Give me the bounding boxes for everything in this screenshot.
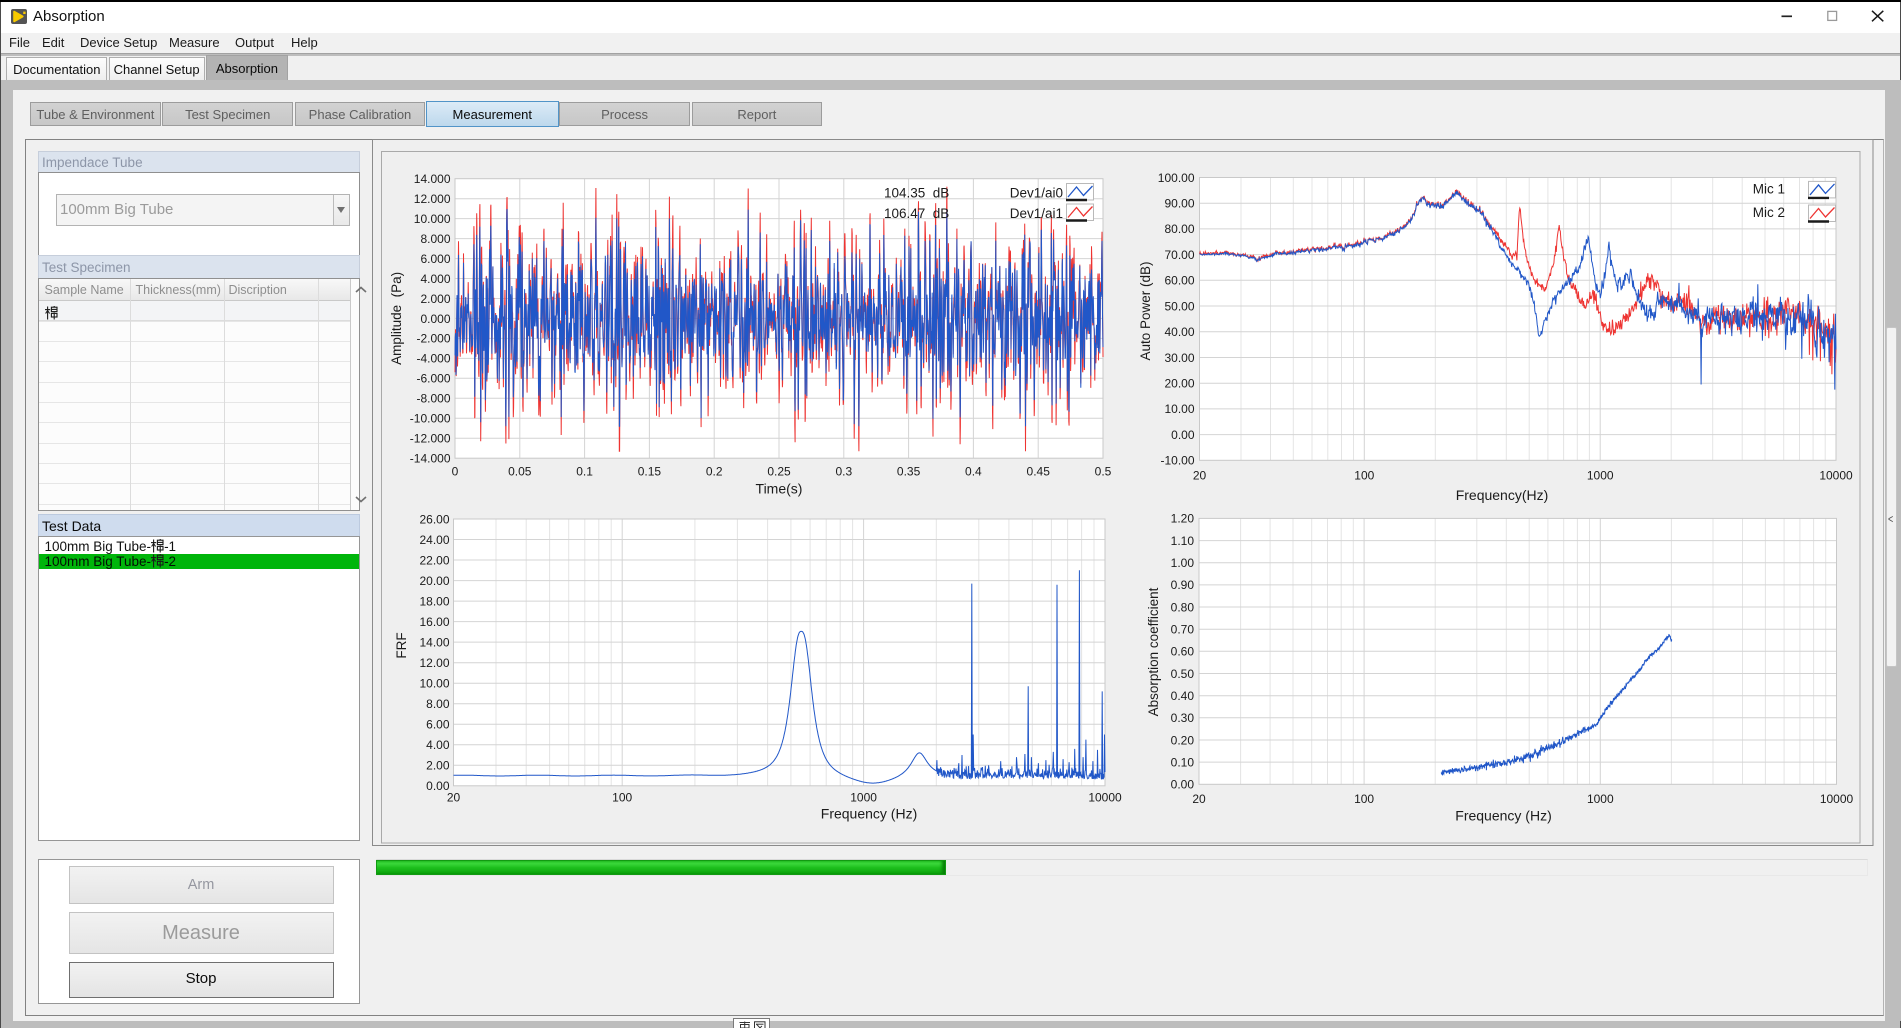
- svg-text:Dev1/ai1: Dev1/ai1: [1010, 206, 1063, 221]
- svg-text:0.40: 0.40: [1171, 689, 1195, 703]
- svg-text:20.00: 20.00: [1164, 377, 1194, 391]
- svg-text:20: 20: [447, 791, 461, 805]
- svg-text:10000: 10000: [1088, 791, 1122, 805]
- svg-text:50.00: 50.00: [1164, 299, 1194, 313]
- svg-text:18.00: 18.00: [419, 594, 449, 608]
- svg-text:14.000: 14.000: [414, 172, 451, 186]
- svg-text:10.00: 10.00: [1164, 402, 1194, 416]
- svg-text:0.00: 0.00: [1171, 428, 1195, 442]
- svg-text:Mic 2: Mic 2: [1753, 205, 1785, 220]
- svg-text:-4.000: -4.000: [416, 352, 450, 366]
- svg-text:0.05: 0.05: [508, 465, 532, 479]
- svg-text:FRF: FRF: [394, 632, 409, 658]
- svg-text:100: 100: [1354, 792, 1374, 806]
- svg-text:0.35: 0.35: [897, 465, 921, 479]
- svg-text:2.00: 2.00: [426, 759, 450, 773]
- svg-text:10000: 10000: [1820, 792, 1854, 806]
- svg-text:Time(s): Time(s): [756, 481, 803, 497]
- svg-text:Auto Power (dB): Auto Power (dB): [1138, 261, 1153, 360]
- svg-text:0.1: 0.1: [576, 465, 593, 479]
- svg-text:1000: 1000: [1587, 792, 1614, 806]
- svg-text:0.50: 0.50: [1171, 667, 1195, 681]
- svg-text:Absorption coefficient: Absorption coefficient: [1146, 587, 1161, 716]
- svg-text:20.00: 20.00: [419, 574, 449, 588]
- svg-text:100: 100: [612, 791, 632, 805]
- svg-text:1.00: 1.00: [1171, 556, 1195, 570]
- svg-text:-12.000: -12.000: [410, 432, 451, 446]
- svg-text:Amplitude (Pa): Amplitude (Pa): [389, 272, 404, 365]
- svg-text:20: 20: [1192, 792, 1206, 806]
- svg-text:-10.00: -10.00: [1160, 454, 1194, 468]
- svg-text:0.45: 0.45: [1027, 465, 1051, 479]
- svg-text:6.00: 6.00: [426, 718, 450, 732]
- svg-text:100: 100: [1354, 469, 1374, 483]
- svg-text:10.000: 10.000: [414, 212, 451, 226]
- svg-text:Frequency(Hz): Frequency(Hz): [1456, 487, 1549, 503]
- svg-text:8.000: 8.000: [420, 232, 450, 246]
- svg-text:0.00: 0.00: [1171, 778, 1195, 792]
- svg-text:12.00: 12.00: [419, 656, 449, 670]
- svg-text:80.00: 80.00: [1164, 222, 1194, 236]
- svg-text:10000: 10000: [1819, 469, 1853, 483]
- svg-text:0.30: 0.30: [1171, 711, 1195, 725]
- svg-text:0.4: 0.4: [965, 465, 982, 479]
- svg-text:40.00: 40.00: [1164, 325, 1194, 339]
- svg-text:4.00: 4.00: [426, 738, 450, 752]
- svg-text:70.00: 70.00: [1164, 248, 1194, 262]
- svg-text:12.000: 12.000: [414, 192, 451, 206]
- svg-text:104.35 dB: 104.35 dB: [884, 186, 949, 201]
- svg-text:0.3: 0.3: [835, 465, 852, 479]
- svg-text:-14.000: -14.000: [410, 452, 451, 466]
- svg-text:6.000: 6.000: [420, 252, 450, 266]
- svg-text:100.00: 100.00: [1158, 171, 1195, 185]
- svg-text:16.00: 16.00: [419, 615, 449, 629]
- svg-text:-2.000: -2.000: [416, 332, 450, 346]
- svg-text:0.60: 0.60: [1171, 645, 1195, 659]
- svg-text:24.00: 24.00: [419, 533, 449, 547]
- svg-text:8.00: 8.00: [426, 697, 450, 711]
- svg-text:22.00: 22.00: [419, 553, 449, 567]
- svg-text:1.20: 1.20: [1171, 512, 1195, 526]
- svg-text:1000: 1000: [850, 791, 877, 805]
- svg-text:106.47 dB: 106.47 dB: [884, 206, 949, 221]
- svg-text:0.25: 0.25: [767, 465, 791, 479]
- svg-text:30.00: 30.00: [1164, 351, 1194, 365]
- svg-text:0.90: 0.90: [1171, 578, 1195, 592]
- svg-text:0.2: 0.2: [706, 465, 723, 479]
- svg-text:0.10: 0.10: [1171, 755, 1195, 769]
- svg-text:14.00: 14.00: [419, 635, 449, 649]
- svg-text:2.000: 2.000: [420, 292, 450, 306]
- svg-text:26.00: 26.00: [419, 512, 449, 526]
- svg-text:Dev1/ai0: Dev1/ai0: [1010, 186, 1063, 201]
- svg-text:60.00: 60.00: [1164, 274, 1194, 288]
- svg-text:90.00: 90.00: [1164, 197, 1194, 211]
- svg-text:4.000: 4.000: [420, 272, 450, 286]
- svg-text:10.00: 10.00: [419, 677, 449, 691]
- svg-text:Mic 1: Mic 1: [1753, 181, 1785, 196]
- svg-text:-10.000: -10.000: [410, 412, 451, 426]
- svg-text:Frequency (Hz): Frequency (Hz): [821, 806, 917, 822]
- svg-text:-6.000: -6.000: [416, 372, 450, 386]
- svg-text:20: 20: [1193, 469, 1207, 483]
- svg-text:0.20: 0.20: [1171, 733, 1195, 747]
- svg-text:1000: 1000: [1587, 469, 1614, 483]
- svg-text:1.10: 1.10: [1171, 534, 1195, 548]
- svg-text:-8.000: -8.000: [416, 392, 450, 406]
- svg-text:Frequency (Hz): Frequency (Hz): [1455, 808, 1551, 824]
- svg-text:0.000: 0.000: [420, 312, 450, 326]
- svg-text:0: 0: [452, 465, 459, 479]
- svg-text:0.15: 0.15: [638, 465, 662, 479]
- svg-text:0.70: 0.70: [1171, 623, 1195, 637]
- svg-text:0.80: 0.80: [1171, 600, 1195, 614]
- svg-text:0.5: 0.5: [1095, 465, 1112, 479]
